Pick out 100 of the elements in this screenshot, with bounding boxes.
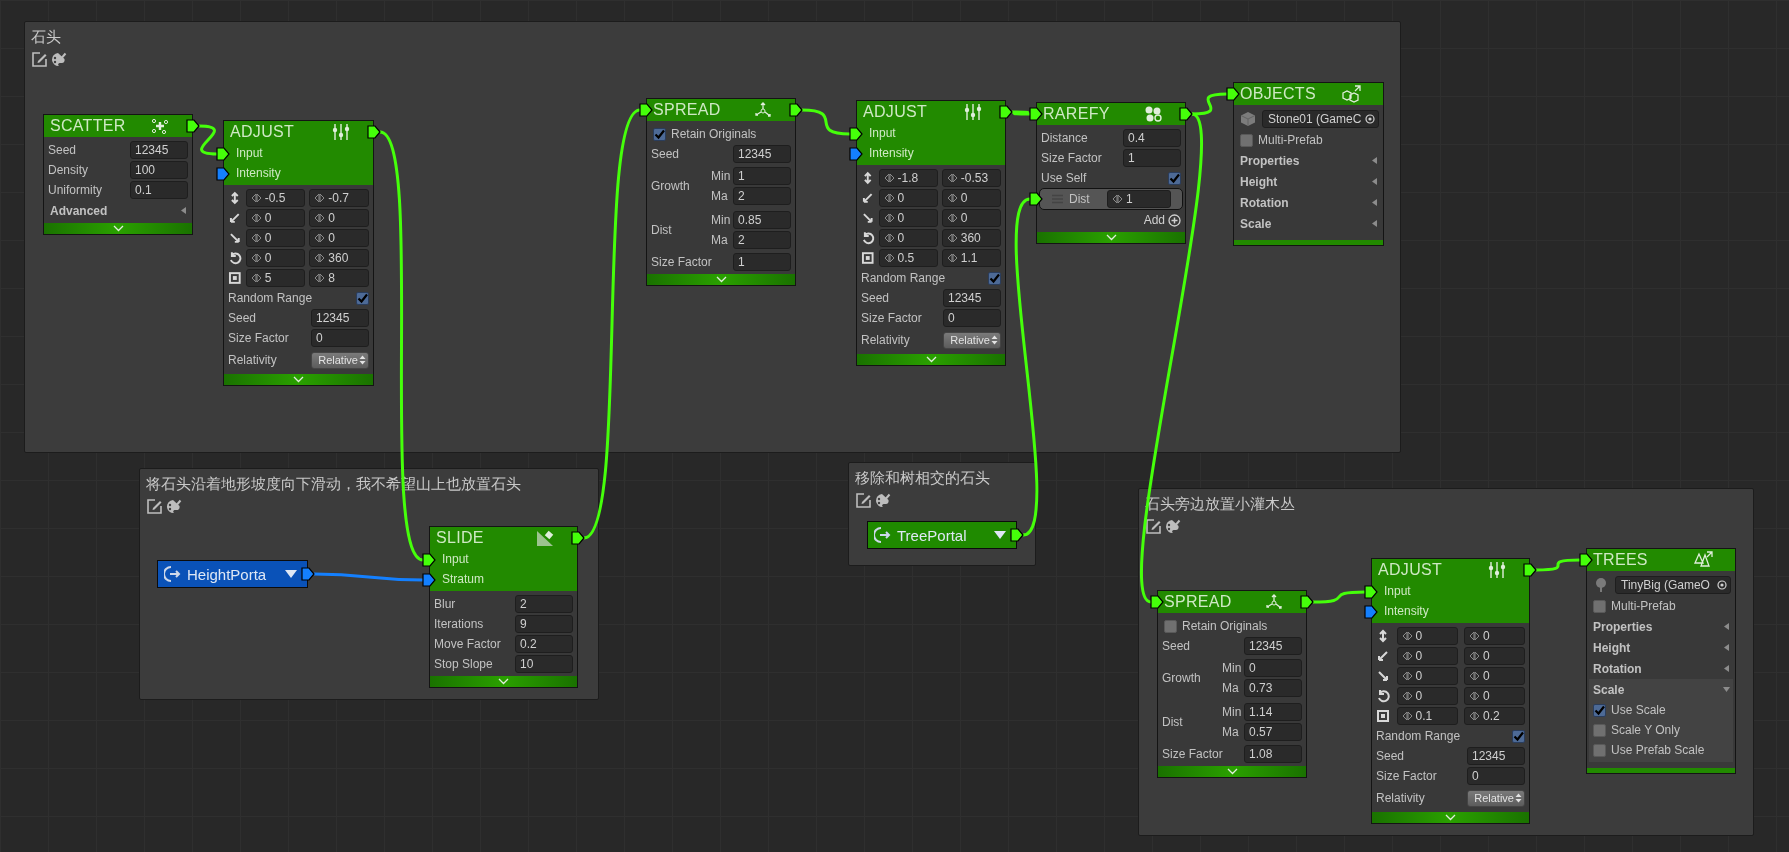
drag-handle-icon[interactable]: [946, 193, 958, 203]
value-field[interactable]: 0.85: [733, 211, 791, 229]
number-field[interactable]: 0: [941, 189, 1001, 207]
drag-handle-icon[interactable]: [1469, 651, 1480, 661]
port-handle[interactable]: [216, 167, 230, 181]
edit-icon[interactable]: [1145, 518, 1162, 535]
checkbox[interactable]: [1240, 133, 1253, 147]
port-handle[interactable]: [1364, 605, 1378, 619]
drag-handle-icon[interactable]: [314, 253, 326, 263]
triangle-icon[interactable]: [1722, 622, 1731, 631]
dropdown[interactable]: Relative: [311, 351, 369, 369]
triangle-icon[interactable]: [1722, 685, 1731, 694]
drag-handle-icon[interactable]: [1112, 194, 1123, 204]
drag-handle-icon[interactable]: [883, 193, 895, 203]
graph-node[interactable]: RAREFY Distance 0.4 Size Factor 1 Use Self Dist 1 Add: [1036, 102, 1186, 244]
number-field[interactable]: 5: [245, 269, 306, 287]
port-handle[interactable]: [1300, 595, 1314, 609]
dropdown[interactable]: Relative: [1467, 789, 1525, 807]
graph-node[interactable]: SPREAD Retain Originals Seed 12345 Growth Min 1 Ma 2 Dist Min 0.85 Ma 2 Size Factor 1: [646, 98, 796, 286]
number-field[interactable]: 360: [309, 249, 369, 267]
value-field[interactable]: 0: [1244, 659, 1302, 677]
port-handle[interactable]: [1579, 553, 1593, 567]
port-handle[interactable]: [367, 125, 381, 139]
foldout-label[interactable]: Rotation: [1593, 661, 1642, 676]
port-handle[interactable]: [422, 573, 436, 587]
number-field[interactable]: 0: [1396, 627, 1458, 645]
number-field[interactable]: 0: [245, 229, 306, 247]
port-handle[interactable]: [1029, 107, 1043, 121]
value-field[interactable]: 1.08: [1244, 745, 1302, 763]
drag-handle-icon[interactable]: [1401, 711, 1413, 721]
port-handle[interactable]: [639, 103, 653, 117]
number-field[interactable]: -0.53: [941, 169, 1001, 187]
drag-handle-icon[interactable]: [250, 233, 262, 243]
value-field[interactable]: 0.57: [1244, 723, 1302, 741]
drag-handle-icon[interactable]: [1401, 631, 1413, 641]
foldout-label[interactable]: Height: [1240, 174, 1278, 189]
port-handle[interactable]: [301, 567, 315, 581]
checkbox[interactable]: [1168, 171, 1181, 185]
target-icon[interactable]: [1365, 114, 1375, 124]
drag-handle-icon[interactable]: [883, 173, 895, 183]
number-field[interactable]: 0: [1396, 667, 1458, 685]
checkbox[interactable]: [1593, 703, 1606, 717]
number-field[interactable]: 0: [941, 209, 1001, 227]
checkbox[interactable]: [1164, 619, 1177, 633]
drag-handle-icon[interactable]: [883, 233, 895, 243]
value-field[interactable]: 0.1: [130, 181, 188, 199]
port-handle[interactable]: [216, 147, 230, 161]
dropdown[interactable]: Relative: [943, 331, 1001, 349]
object-field[interactable]: Stone01 (GameC: [1262, 110, 1379, 128]
foldout-label[interactable]: Scale: [1593, 682, 1625, 697]
number-field[interactable]: 0: [1396, 647, 1458, 665]
value-field[interactable]: 12345: [943, 289, 1001, 307]
value-field[interactable]: 0.4: [1123, 129, 1181, 147]
drag-handle-icon[interactable]: [314, 193, 326, 203]
graph-node[interactable]: ADJUST Input Intensity 0 0 0 0 0 0 0 0 0.1 0.2 Random Range Seed 12345 Size Factor 0 Relativity Relative: [1371, 558, 1530, 824]
drag-handle-icon[interactable]: [1401, 671, 1413, 681]
value-field[interactable]: 0: [943, 309, 1001, 327]
palette-icon[interactable]: [50, 51, 67, 68]
number-field[interactable]: 0: [309, 209, 369, 227]
value-field[interactable]: 1: [733, 167, 791, 185]
value-field[interactable]: 10: [515, 655, 573, 673]
value-field[interactable]: 2: [733, 231, 791, 249]
dropdown-caret-icon[interactable]: [285, 570, 297, 578]
port-handle[interactable]: [1029, 192, 1043, 206]
number-field[interactable]: 0: [1464, 687, 1525, 705]
drag-handle-icon[interactable]: [1469, 711, 1480, 721]
value-field[interactable]: 9: [515, 615, 573, 633]
port-handle[interactable]: [789, 103, 803, 117]
drag-handle-icon[interactable]: [250, 253, 262, 263]
value-field[interactable]: 2: [733, 187, 791, 205]
value-field[interactable]: 0.2: [515, 635, 573, 653]
number-field[interactable]: 0.1: [1396, 707, 1458, 725]
number-field[interactable]: 0: [1464, 667, 1525, 685]
triangle-icon[interactable]: [1722, 643, 1731, 652]
drag-handle-icon[interactable]: [314, 233, 326, 243]
foldout-label[interactable]: Advanced: [50, 203, 108, 218]
checkbox[interactable]: [356, 291, 369, 305]
portal-node[interactable]: TreePortal: [867, 521, 1017, 549]
triangle-icon[interactable]: [1722, 664, 1731, 673]
value-field[interactable]: 12345: [1467, 747, 1525, 765]
palette-icon[interactable]: [1164, 518, 1181, 535]
value-field[interactable]: 12345: [1244, 637, 1302, 655]
triangle-icon[interactable]: [1370, 177, 1379, 186]
value-field[interactable]: 1: [733, 253, 791, 271]
triangle-icon[interactable]: [1370, 156, 1379, 165]
number-field[interactable]: 0: [1464, 647, 1525, 665]
number-field[interactable]: 0: [878, 189, 938, 207]
port-handle[interactable]: [1364, 585, 1378, 599]
drag-handle-icon[interactable]: [1469, 671, 1480, 681]
edit-icon[interactable]: [31, 51, 48, 68]
port-handle[interactable]: [422, 553, 436, 567]
drag-handle-icon[interactable]: [946, 173, 958, 183]
drag-handle-icon[interactable]: [946, 233, 958, 243]
drag-handle-icon[interactable]: [314, 213, 326, 223]
graph-node[interactable]: SCATTER Seed 12345 Density 100 Uniformity 0.1 Advanced: [43, 114, 193, 235]
edit-icon[interactable]: [146, 498, 163, 515]
foldout-label[interactable]: Height: [1593, 640, 1631, 655]
graph-node[interactable]: OBJECTS Stone01 (GameC Multi-Prefab Properties Height Rotation Scale: [1233, 82, 1384, 246]
port-handle[interactable]: [999, 105, 1013, 119]
value-field[interactable]: 0.73: [1244, 679, 1302, 697]
